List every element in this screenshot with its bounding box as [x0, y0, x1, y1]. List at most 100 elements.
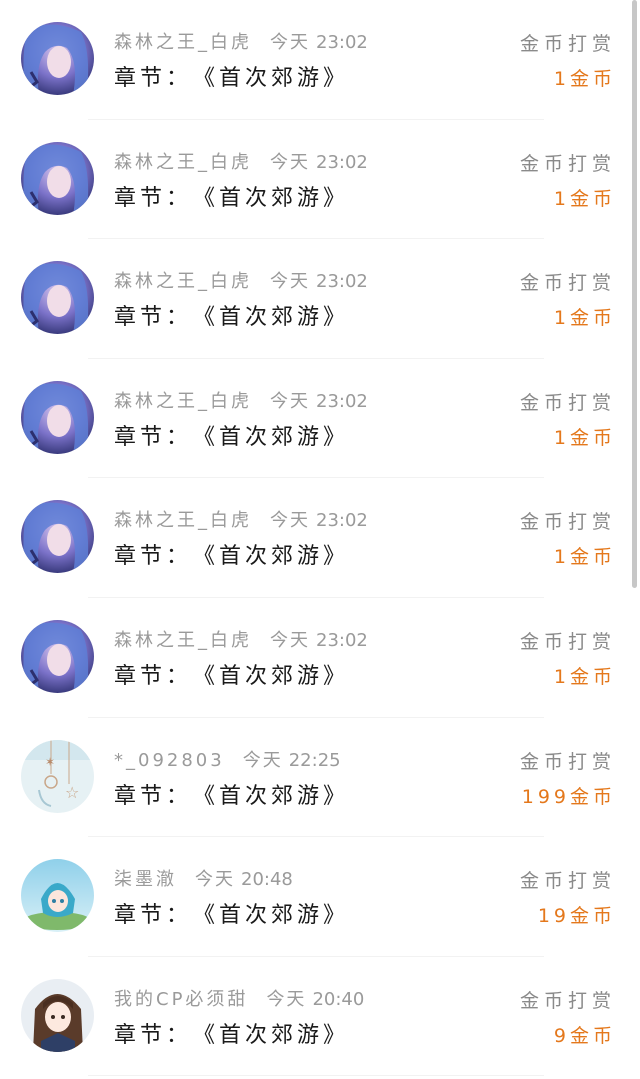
list-item[interactable]: 森林之王_白虎 今天 23:02 章节： 《首次郊游》 金币打赏 1金币 [0, 598, 628, 718]
reward-type: 金币打赏 [519, 989, 616, 1012]
avatar[interactable] [21, 141, 94, 215]
list-item[interactable]: 森林之王_白虎 今天 23:02 章节： 《首次郊游》 金币打赏 1金币 [0, 359, 628, 479]
chapter-title[interactable]: 《首次郊游》 [204, 1023, 349, 1048]
reward-amount: 1金币 [553, 68, 616, 90]
reward-amount: 199金币 [521, 785, 616, 808]
chapter-title[interactable]: 《首次郊游》 [204, 903, 349, 928]
username[interactable]: 森林之王_白虎 [114, 391, 252, 412]
chapter-title[interactable]: 《首次郊游》 [204, 784, 349, 809]
item-meta: 森林之王_白虎 今天 23:02 [114, 387, 368, 413]
reward-type: 金币打赏 [519, 391, 616, 414]
chapter-line: 章节： 《首次郊游》 [114, 180, 349, 212]
item-meta: 我的CP必须甜 今天 20:40 [114, 985, 364, 1011]
chapter-label: 章节： [114, 783, 193, 809]
username[interactable]: *_092803 [114, 750, 225, 771]
avatar-image: ✶ ☆ [21, 739, 94, 813]
avatar[interactable] [21, 500, 94, 574]
item-meta: *_092803 今天 22:25 [114, 746, 341, 772]
chapter-title[interactable]: 《首次郊游》 [204, 664, 349, 689]
avatar-image [21, 500, 94, 574]
avatar-image [21, 22, 94, 95]
avatar[interactable] [21, 22, 94, 95]
username[interactable]: 我的CP必须甜 [114, 989, 248, 1010]
avatar[interactable] [21, 859, 94, 933]
list-item[interactable]: ✶ ☆ *_092803 今天 22:25 章节： 《首次郊游》 金币打赏 199金币 [0, 718, 628, 838]
reward-amount: 1金币 [553, 665, 616, 688]
chapter-label: 章节： [114, 185, 193, 211]
svg-text:☆: ☆ [65, 783, 79, 802]
chapter-line: 章节： 《首次郊游》 [114, 778, 349, 810]
username[interactable]: 森林之王_白虎 [114, 510, 252, 531]
avatar[interactable]: ✶ ☆ [21, 739, 94, 813]
avatar-image [21, 141, 94, 215]
chapter-title[interactable]: 《首次郊游》 [204, 425, 349, 450]
username[interactable]: 森林之王_白虎 [114, 271, 252, 292]
timestamp: 今天 23:02 [270, 32, 368, 53]
reward-type: 金币打赏 [519, 630, 616, 653]
timestamp: 今天 23:02 [270, 629, 368, 651]
list-item[interactable]: 我的CP必须甜 今天 20:40 章节： 《首次郊游》 金币打赏 9金币 [0, 957, 628, 1077]
chapter-line: 章节： 《首次郊游》 [114, 897, 349, 929]
item-meta: 柒墨澈 今天 20:48 [114, 865, 293, 891]
chapter-title[interactable]: 《首次郊游》 [204, 186, 349, 211]
chapter-label: 章节： [114, 66, 193, 91]
chapter-label: 章节： [114, 305, 193, 331]
chapter-label: 章节： [114, 663, 193, 689]
reward-type: 金币打赏 [519, 272, 616, 295]
timestamp: 今天 23:02 [270, 271, 368, 293]
avatar[interactable] [21, 380, 94, 454]
reward-amount: 1金币 [553, 426, 616, 449]
reward-type: 金币打赏 [519, 152, 616, 175]
chapter-title[interactable]: 《首次郊游》 [204, 66, 349, 91]
chapter-line: 章节： 《首次郊游》 [114, 419, 349, 451]
timestamp: 今天 23:02 [270, 390, 368, 412]
avatar-image [21, 380, 94, 454]
list-item[interactable]: 森林之王_白虎 今天 23:02 章节： 《首次郊游》 金币打赏 1金币 [0, 478, 628, 598]
avatar[interactable] [21, 978, 94, 1052]
item-meta: 森林之王_白虎 今天 23:02 [114, 506, 368, 532]
item-meta: 森林之王_白虎 今天 23:02 [114, 28, 368, 54]
avatar-image [21, 859, 94, 933]
chapter-label: 章节： [114, 544, 193, 570]
item-meta: 森林之王_白虎 今天 23:02 [114, 267, 368, 293]
list-item[interactable]: 森林之王_白虎 今天 23:02 章节： 《首次郊游》 金币打赏 1金币 [0, 120, 628, 240]
chapter-line: 章节： 《首次郊游》 [114, 299, 349, 331]
reward-list: 森林之王_白虎 今天 23:02 章节： 《首次郊游》 金币打赏 1金币 森林之王_白… [0, 0, 628, 1076]
avatar-image [21, 261, 94, 335]
reward-type: 金币打赏 [519, 750, 616, 773]
timestamp: 今天 20:48 [195, 869, 293, 891]
chapter-label: 章节： [114, 903, 193, 929]
timestamp: 今天 20:40 [266, 988, 365, 1010]
list-item[interactable]: 森林之王_白虎 今天 23:02 章节： 《首次郊游》 金币打赏 1金币 [0, 0, 628, 120]
reward-amount: 9金币 [553, 1024, 616, 1047]
reward-type: 金币打赏 [519, 870, 616, 893]
timestamp: 今天 23:02 [270, 510, 368, 532]
list-item[interactable]: 森林之王_白虎 今天 23:02 章节： 《首次郊游》 金币打赏 1金币 [0, 239, 628, 359]
chapter-line: 章节： 《首次郊游》 [114, 1017, 349, 1049]
reward-type: 金币打赏 [519, 33, 616, 55]
chapter-label: 章节： [114, 1022, 193, 1048]
avatar[interactable] [21, 619, 94, 693]
timestamp: 今天 23:02 [270, 151, 368, 173]
username[interactable]: 森林之王_白虎 [114, 152, 252, 173]
reward-type: 金币打赏 [519, 511, 616, 534]
reward-amount: 19金币 [537, 905, 616, 928]
reward-amount: 1金币 [553, 546, 616, 569]
chapter-title[interactable]: 《首次郊游》 [204, 305, 349, 330]
username[interactable]: 柒墨澈 [114, 869, 177, 890]
avatar-image [21, 619, 94, 693]
username[interactable]: 森林之王_白虎 [114, 630, 252, 651]
item-meta: 森林之王_白虎 今天 23:02 [114, 148, 368, 174]
chapter-label: 章节： [114, 424, 193, 450]
timestamp: 今天 22:25 [242, 749, 341, 771]
avatar-image [21, 978, 94, 1052]
scrollbar[interactable] [632, 0, 637, 588]
username[interactable]: 森林之王_白虎 [114, 32, 252, 53]
item-meta: 森林之王_白虎 今天 23:02 [114, 626, 368, 652]
svg-text:✶: ✶ [45, 755, 55, 769]
chapter-line: 章节： 《首次郊游》 [114, 60, 349, 92]
avatar[interactable] [21, 261, 94, 335]
chapter-title[interactable]: 《首次郊游》 [204, 544, 349, 569]
list-item[interactable]: 柒墨澈 今天 20:48 章节： 《首次郊游》 金币打赏 19金币 [0, 837, 628, 957]
reward-amount: 1金币 [553, 307, 616, 330]
